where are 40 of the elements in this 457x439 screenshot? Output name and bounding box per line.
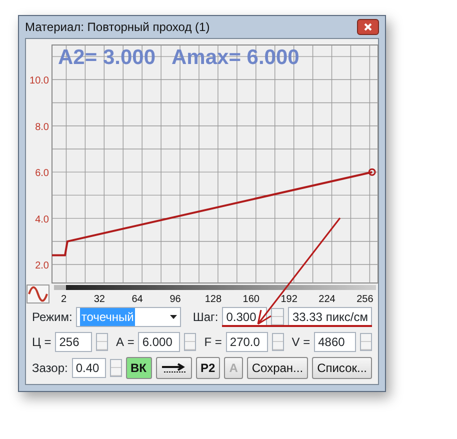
- window-title: Материал: Повторный проход (1): [25, 19, 210, 36]
- sine-wave-icon[interactable]: [26, 284, 50, 304]
- toolbar-button[interactable]: P2: [196, 357, 220, 379]
- arrow-icon: [160, 362, 187, 375]
- direction-toggle-button[interactable]: [156, 357, 192, 379]
- param-label: Ц =: [32, 334, 52, 350]
- y-tick-label: 2.0: [35, 260, 49, 272]
- spinner[interactable]: [270, 308, 284, 326]
- param-field[interactable]: 270.0: [226, 332, 268, 352]
- gap-label: Зазор:: [32, 360, 68, 377]
- step-label: Шаг:: [192, 308, 218, 326]
- close-icon: [364, 23, 372, 31]
- param-field[interactable]: 6.000: [138, 332, 180, 352]
- x-tick-label: 96: [170, 294, 181, 305]
- scale-field: 33.33 пикс/см: [288, 306, 372, 326]
- toolbar-button[interactable]: Список...: [312, 357, 372, 379]
- param-label: V =: [292, 334, 310, 350]
- param-label: А =: [116, 334, 134, 350]
- end-point-handle[interactable]: [368, 168, 376, 176]
- y-tick-label: 10.0: [30, 76, 49, 87]
- gap-field[interactable]: 0.40: [72, 358, 106, 378]
- y-tick-label: 6.0: [35, 168, 49, 180]
- caret-icon: [170, 314, 177, 318]
- toolbar-button[interactable]: ВК: [126, 357, 152, 379]
- param-field[interactable]: 4860: [314, 332, 356, 352]
- x-tick-label: 192: [280, 294, 298, 305]
- x-tick-label: 224: [318, 294, 336, 305]
- x-tick-label: 128: [204, 294, 222, 305]
- x-tick-label: 32: [94, 294, 105, 305]
- param-field[interactable]: 256: [55, 332, 92, 352]
- x-tick-label: 2: [61, 294, 67, 305]
- x-tick-label: 64: [132, 294, 143, 305]
- y-tick-label: 8.0: [35, 122, 49, 133]
- x-tick-label: 160: [242, 294, 260, 305]
- close-button[interactable]: [357, 19, 379, 35]
- mode-label: Режим:: [32, 308, 72, 326]
- toolbar-button[interactable]: Сохран...: [246, 357, 308, 379]
- x-tick-label: 256: [356, 294, 374, 305]
- y-tick-label: 4.0: [35, 214, 49, 226]
- param-label: F =: [204, 334, 222, 350]
